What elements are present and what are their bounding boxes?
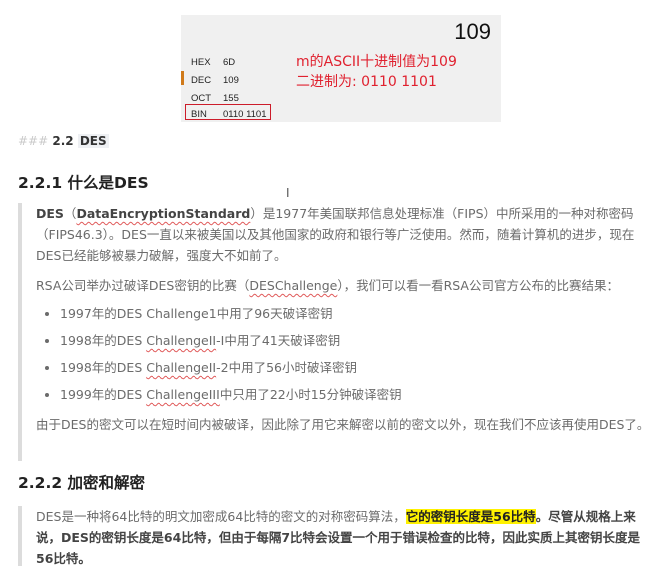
markdown-hashes: ### (18, 134, 49, 148)
blockquote-des-intro: DES（DataEncryptionStandard）是1977年美国联邦信息处… (18, 203, 658, 461)
encryption-paragraph: DES是一种将64比特的明文加密成64比特的密文的对称密码算法，它的密钥长度是5… (36, 506, 654, 569)
key-length-highlight: 它的密钥长度是56比特 (405, 509, 536, 524)
calc-row-hex: HEX 6D (181, 53, 271, 73)
calc-row-value: 155 (223, 93, 239, 104)
calc-row-label: DEC (191, 75, 212, 86)
calc-row-value: 109 (223, 75, 239, 86)
item-text: 1998年的DES (60, 333, 147, 348)
section-title-what-is-des: 2.2.1 什么是DES (18, 174, 149, 192)
binary-note: 二进制为: 0110 1101 (296, 74, 437, 90)
calc-row-value: 6D (223, 57, 236, 68)
rsa-suffix: ），我们可以看一看RSA公司官方公布的比赛结果： (337, 278, 619, 293)
item-text: 1998年的DES (60, 360, 147, 375)
calc-row-dec: DEC 109 (181, 71, 271, 91)
heading-number: 2.2 (52, 134, 74, 148)
item-text: 1999年的DES (60, 387, 147, 402)
text-cursor-icon: I (286, 186, 290, 200)
rsa-prefix: RSA公司举办过破译DES密钥的比赛（ (36, 278, 250, 293)
item-text: -I中用了41天破译密钥 (216, 333, 341, 348)
conclusion-paragraph: 由于DES的密文可以在短时间内被破译，因此除了用它来解密以前的密文以外，现在我们… (36, 417, 650, 432)
des-challenge-term: DESChallenge (249, 278, 338, 293)
heading-code: DES (77, 134, 109, 148)
rsa-paragraph: RSA公司举办过破译DES密钥的比赛（DESChallenge），我们可以看一看… (36, 275, 654, 296)
item-text: 1997年的DES Challenge1中用了96天破译密钥 (60, 306, 333, 321)
calculator-screenshot: 109 HEX 6D DEC 109 OCT 155 BIN 0110 1101… (181, 15, 501, 122)
calc-row-label: HEX (191, 57, 211, 68)
list-item: 1997年的DES Challenge1中用了96天破译密钥 (60, 303, 402, 330)
section-title-encrypt-decrypt: 2.2.2 加密和解密 (18, 474, 146, 492)
enc-text: DES是一种将64比特的明文加密成64比特的密文的对称密码算法， (36, 509, 406, 524)
list-item: 1998年的DES ChallengeII-2中用了56小时破译密钥 (60, 357, 402, 384)
challenge-list: 1997年的DES Challenge1中用了96天破译密钥 1998年的DES… (44, 303, 402, 411)
section-heading-2-2: ### 2.2 DES (18, 134, 109, 148)
blockquote-encryption: DES是一种将64比特的明文加密成64比特的密文的对称密码算法，它的密钥长度是5… (18, 506, 658, 566)
ascii-note: m的ASCII十进制值为109 (296, 54, 457, 70)
calculator-display: 109 (454, 19, 491, 44)
list-item: 1999年的DES ChallengeIII中只用了22小时15分钟破译密钥 (60, 384, 402, 411)
item-term: ChallengeII (146, 333, 217, 348)
calc-row-label: OCT (191, 93, 212, 104)
item-term: ChallengeII (146, 360, 217, 375)
intro-paragraph: DES（DataEncryptionStandard）是1977年美国联邦信息处… (36, 203, 654, 266)
des-term: DES (36, 206, 64, 221)
item-text: 中只用了22小时15分钟破译密钥 (219, 387, 402, 402)
paren-close: ） (250, 206, 263, 221)
list-item: 1998年的DES ChallengeII-I中用了41天破译密钥 (60, 330, 402, 357)
paren-open: （ (63, 206, 77, 221)
item-text: -2中用了56小时破译密钥 (216, 360, 357, 375)
item-term: ChallengeIII (146, 387, 220, 402)
bin-highlight-box (185, 104, 271, 120)
des-fullname: DataEncryptionStandard (76, 206, 251, 221)
